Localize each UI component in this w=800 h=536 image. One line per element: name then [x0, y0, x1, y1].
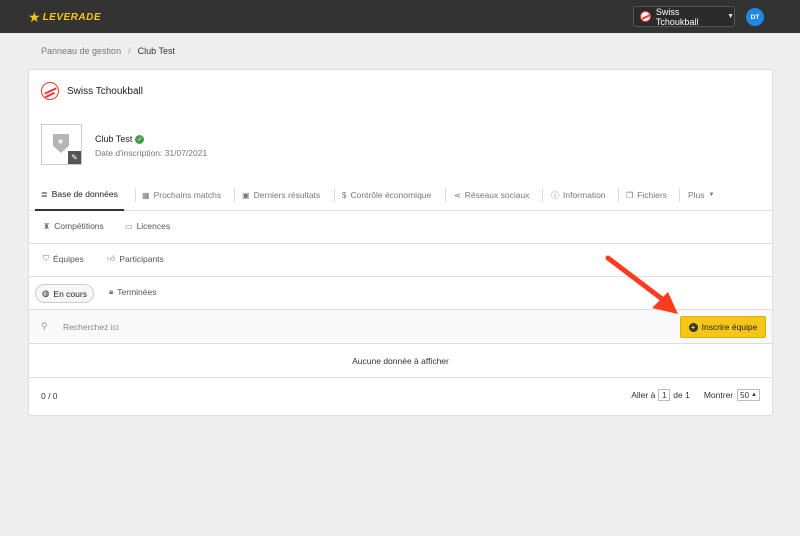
subnav-competitions: ♜ Compétitions ▭ Licences — [29, 211, 772, 244]
thumbs-up-icon: 👍︎ — [107, 254, 116, 263]
table-footer: 0 / 0 Aller à 1 de 1 Montrer 50 ▲ — [29, 378, 772, 416]
calendar-check-icon: ▣ — [242, 190, 250, 200]
tab-fichiers[interactable]: ❐ Fichiers — [626, 179, 667, 211]
subnav-item-participants[interactable]: 👍︎ Participants — [107, 254, 164, 264]
tab-divider — [445, 188, 446, 202]
page-total: de 1 — [673, 390, 690, 400]
breadcrumb: Panneau de gestion / Club Test — [41, 46, 175, 56]
id-card-icon: ▭ — [125, 221, 133, 231]
dollar-icon: $ — [342, 190, 347, 200]
search-row: ⚲ + Inscrire équipe — [29, 310, 772, 344]
result-count: 0 / 0 — [41, 391, 58, 401]
tab-information[interactable]: ⓘ Information — [551, 179, 606, 211]
tab-plus[interactable]: Plus ▼ — [688, 179, 715, 211]
registration-date: Date d'inscription: 31/07/2021 — [95, 148, 208, 158]
breadcrumb-current: Club Test — [137, 46, 175, 56]
goto-label: Aller à — [631, 390, 656, 400]
organization-switcher[interactable]: Swiss Tchoukball ▼ — [633, 6, 735, 27]
federation-header: Swiss Tchoukball — [41, 82, 143, 100]
tab-reseaux-sociaux[interactable]: ⋖ Réseaux sociaux — [454, 179, 529, 211]
plus-circle-icon: + — [688, 322, 698, 332]
register-team-button[interactable]: + Inscrire équipe — [680, 316, 766, 338]
edit-logo-icon[interactable]: ✎ — [68, 151, 81, 164]
federation-name: Swiss Tchoukball — [67, 85, 143, 97]
show-label: Montrer — [703, 390, 734, 400]
files-icon: ❐ — [626, 190, 634, 200]
club-card: Swiss Tchoukball ★ ✎ Club Test ✓ Date d'… — [28, 69, 773, 416]
subnav-item-equipes[interactable]: ⛉ Équipes — [43, 254, 84, 264]
filter-en-cours[interactable]: ◍ En cours — [35, 284, 94, 303]
share-icon: ⋖ — [454, 190, 461, 200]
star-icon: ★ — [57, 137, 65, 146]
club-info: Club Test ✓ Date d'inscription: 31/07/20… — [95, 134, 207, 158]
empty-state: Aucune donnée à afficher — [29, 344, 772, 378]
chevron-down-icon: ▼ — [708, 192, 715, 198]
search-icon: ⚲ — [41, 321, 48, 331]
federation-logo-icon — [41, 82, 59, 100]
caret-up-icon: ▲ — [751, 392, 757, 398]
shield-icon: ⛉ — [43, 254, 49, 263]
status-filters: ◍ En cours 🔒︎ Terminées — [29, 277, 772, 310]
user-avatar[interactable]: DT — [746, 8, 764, 26]
info-icon: ⓘ — [551, 190, 559, 200]
tab-base-de-donnees[interactable]: ≣ Base de données — [35, 179, 124, 211]
main-tabs: ≣ Base de données ▦ Prochains matchs ▣ D… — [29, 179, 772, 211]
org-logo-icon — [640, 11, 651, 22]
search-input[interactable] — [63, 317, 363, 337]
caret-down-icon: ▼ — [727, 13, 734, 20]
per-page-select[interactable]: 50 ▲ — [737, 389, 760, 401]
tab-divider — [135, 188, 136, 202]
breadcrumb-separator: / — [128, 46, 131, 56]
star-icon: ★ — [28, 9, 41, 25]
tab-prochains-matchs[interactable]: ▦ Prochains matchs — [142, 179, 221, 211]
top-bar: ★ LEVERADE Swiss Tchoukball ▼ DT — [0, 0, 800, 33]
org-name: Swiss Tchoukball — [655, 6, 699, 27]
tab-divider — [542, 188, 543, 202]
globe-icon: ◍ — [42, 288, 50, 298]
club-name: Club Test — [95, 134, 133, 144]
subnav-item-licences[interactable]: ▭ Licences — [125, 221, 170, 231]
logo-text: LEVERADE — [42, 11, 102, 23]
club-logo: ★ ✎ — [41, 124, 82, 165]
trophy-icon: ♜ — [43, 221, 51, 231]
subnav-teams: ⛉ Équipes 👍︎ Participants — [29, 244, 772, 277]
database-icon: ≣ — [41, 189, 48, 199]
tab-divider — [334, 188, 335, 202]
tab-divider — [679, 188, 680, 202]
tab-controle-economique[interactable]: $ Contrôle économique — [342, 179, 431, 211]
leverade-logo[interactable]: ★ LEVERADE — [28, 9, 101, 25]
calendar-icon: ▦ — [142, 190, 150, 200]
tab-divider — [234, 188, 235, 202]
tab-derniers-resultats[interactable]: ▣ Derniers résultats — [242, 179, 320, 211]
breadcrumb-link-dashboard[interactable]: Panneau de gestion — [41, 46, 121, 56]
verified-check-icon: ✓ — [135, 134, 145, 144]
page-number-input[interactable]: 1 — [658, 389, 671, 401]
lock-icon: 🔒︎ — [109, 287, 114, 296]
pagination: Aller à 1 de 1 Montrer 50 ▲ — [631, 389, 760, 401]
filter-terminees[interactable]: 🔒︎ Terminées — [109, 287, 156, 297]
tab-divider — [618, 188, 619, 202]
subnav-item-competitions[interactable]: ♜ Compétitions — [43, 221, 104, 231]
